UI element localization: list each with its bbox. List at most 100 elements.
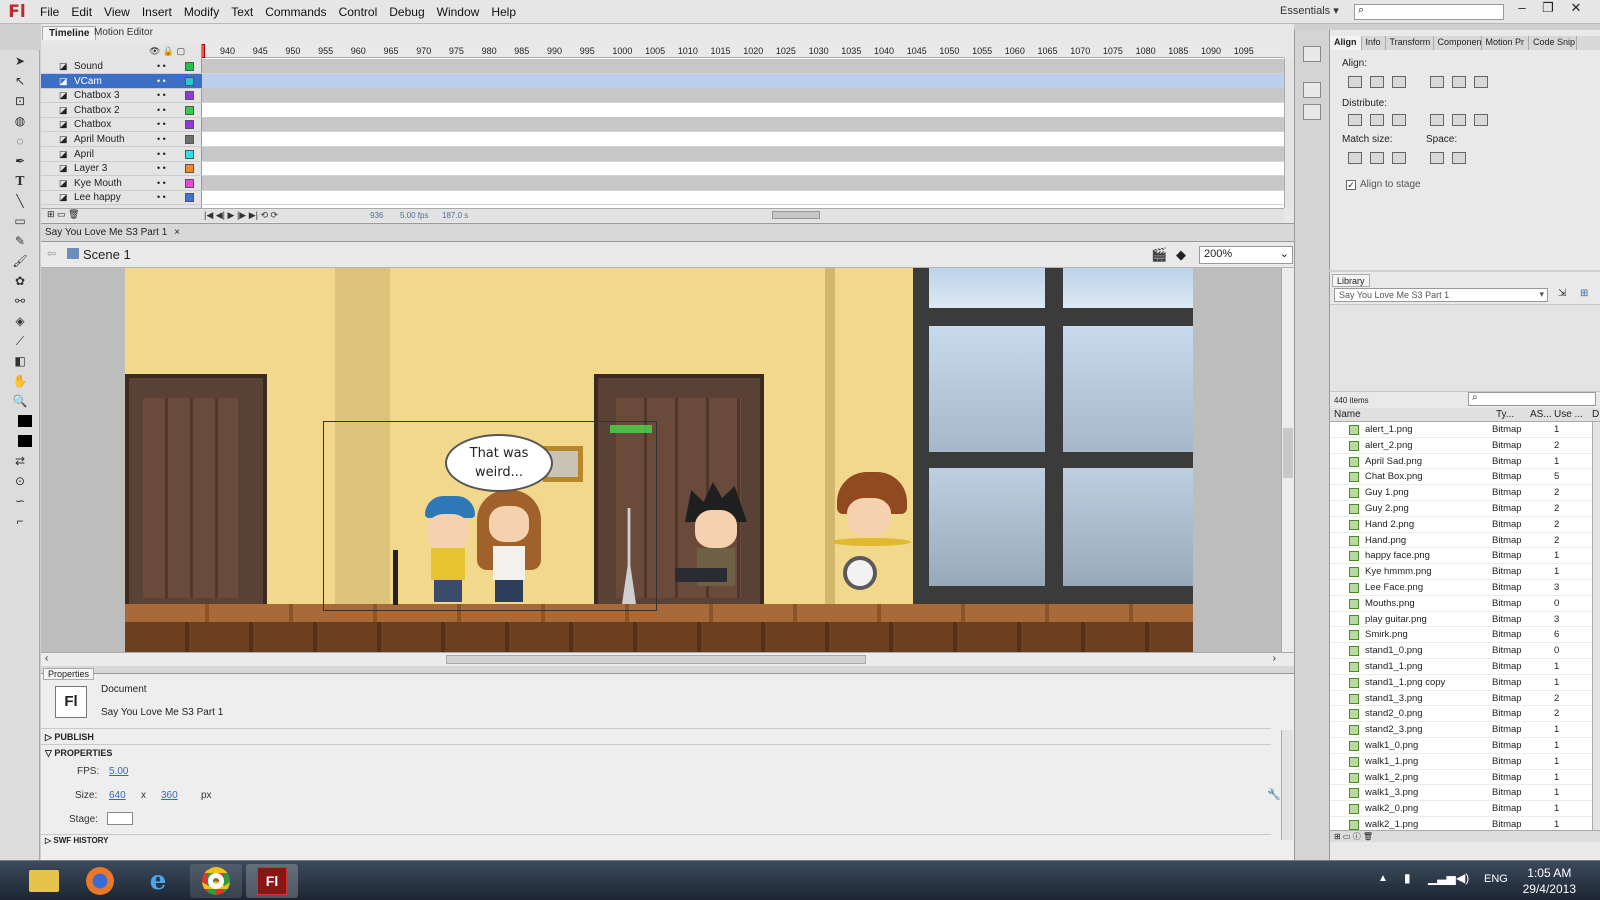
library-item[interactable]: April Sad.png Bitmap 1 — [1330, 453, 1592, 470]
frame-row[interactable] — [202, 175, 1284, 191]
distribute-vcenter-icon[interactable] — [1370, 114, 1384, 126]
menu-modify[interactable]: Modify — [178, 0, 225, 24]
firefox-icon[interactable] — [74, 864, 126, 898]
panel-icon[interactable] — [1303, 46, 1321, 62]
stroke-color-swatch[interactable] — [7, 412, 33, 430]
straighten-icon[interactable]: ⌐ — [7, 512, 33, 530]
menu-file[interactable]: File — [34, 0, 65, 24]
deco-tool-icon[interactable]: ✿ — [7, 272, 33, 290]
text-tool-icon[interactable]: T — [7, 172, 33, 190]
layer-outline-color[interactable] — [185, 164, 194, 174]
hand-tool-icon[interactable]: ✋ — [7, 372, 33, 390]
document-tab[interactable]: Say You Love Me S3 Part 1 × — [45, 227, 180, 238]
current-frame[interactable]: 936 — [370, 211, 383, 220]
column-as-linkage[interactable]: AS... — [1530, 409, 1552, 420]
library-item[interactable]: Chat Box.png Bitmap 5 — [1330, 469, 1592, 486]
library-item[interactable]: walk2_1.png Bitmap 1 — [1330, 817, 1592, 830]
column-name[interactable]: Name — [1334, 409, 1361, 420]
layer-visibility-lock[interactable]: • • — [157, 74, 166, 89]
space-horizontal-icon[interactable] — [1452, 152, 1466, 164]
publish-section[interactable]: ▷ PUBLISH — [41, 728, 1271, 744]
line-tool-icon[interactable]: ╲ — [7, 192, 33, 210]
stage-hscroll[interactable]: ‹ › — [41, 652, 1294, 666]
file-explorer-icon[interactable] — [18, 864, 70, 898]
layer-row[interactable]: ◪ April Mouth • • — [41, 132, 202, 147]
menu-text[interactable]: Text — [225, 0, 259, 24]
smooth-icon[interactable]: ∽ — [7, 492, 33, 510]
eraser-tool-icon[interactable]: ◧ — [7, 352, 33, 370]
menu-commands[interactable]: Commands — [259, 0, 332, 24]
stage-vscroll-thumb[interactable] — [1283, 428, 1293, 478]
align-center-icon[interactable] — [1370, 76, 1384, 88]
layer-outline-color[interactable] — [185, 120, 194, 130]
library-item[interactable]: walk1_0.png Bitmap 1 — [1330, 738, 1592, 754]
pin-library-icon[interactable]: ⊞ — [1580, 288, 1588, 299]
library-item[interactable]: alert_1.png Bitmap 1 — [1330, 422, 1592, 438]
signal-icon[interactable]: ▁▃▅ — [1428, 871, 1456, 885]
chrome-icon[interactable] — [190, 864, 242, 898]
frame-row[interactable] — [202, 59, 1284, 74]
layer-outline-color[interactable] — [185, 135, 194, 144]
library-toolbar[interactable]: ⊞ ▭ ⓘ 🗑 — [1330, 830, 1600, 842]
library-item[interactable]: stand1_1.png Bitmap 1 — [1330, 659, 1592, 675]
frame-row[interactable] — [202, 117, 1284, 133]
match-both-icon[interactable] — [1392, 152, 1406, 164]
align-top-icon[interactable] — [1430, 76, 1444, 88]
library-item[interactable]: Hand.png Bitmap 2 — [1330, 532, 1592, 549]
distribute-bottom-icon[interactable] — [1392, 114, 1406, 126]
zoom-tool-icon[interactable]: 🔍 — [7, 392, 33, 410]
tab-code-snip[interactable]: Code Snip — [1529, 36, 1578, 50]
eyedropper-tool-icon[interactable]: ⟋ — [7, 332, 33, 350]
library-item[interactable]: walk1_1.png Bitmap 1 — [1330, 753, 1592, 770]
fps-value[interactable]: 5.00 — [109, 766, 128, 777]
brush-tool-icon[interactable]: 🖌 — [7, 252, 33, 270]
tab-properties[interactable]: Properties — [43, 668, 95, 680]
speech-bubble[interactable]: That was weird... — [445, 434, 553, 492]
align-to-stage-checkbox[interactable]: ✓ — [1346, 180, 1356, 190]
timeline-hscroll-thumb[interactable] — [772, 211, 820, 219]
properties-section[interactable]: ▽ PROPERTIES — [41, 744, 1271, 760]
rectangle-tool-icon[interactable]: ▭ — [7, 212, 33, 230]
library-item[interactable]: stand2_0.png Bitmap 2 — [1330, 706, 1592, 723]
distribute-top-icon[interactable] — [1348, 114, 1362, 126]
panel-icon[interactable] — [1303, 104, 1321, 120]
layer-row[interactable]: ◪ Sound • • — [41, 59, 202, 74]
library-item[interactable]: Guy 2.png Bitmap 2 — [1330, 501, 1592, 517]
library-item[interactable]: play guitar.png Bitmap 3 — [1330, 611, 1592, 628]
library-item[interactable]: Mouths.png Bitmap 0 — [1330, 595, 1592, 612]
layer-outline-color[interactable] — [185, 105, 194, 115]
library-item[interactable]: stand1_1.png copy Bitmap 1 — [1330, 674, 1592, 691]
stage-hscroll-thumb[interactable] — [446, 655, 866, 664]
properties-vscroll[interactable] — [1281, 730, 1293, 840]
menu-edit[interactable]: Edit — [65, 0, 98, 24]
frame-row[interactable] — [202, 146, 1284, 162]
frame-row[interactable] — [202, 190, 1284, 206]
paint-bucket-tool-icon[interactable]: ◈ — [7, 312, 33, 330]
scroll-right-icon[interactable]: › — [1273, 653, 1276, 664]
library-item[interactable]: stand1_0.png Bitmap 0 — [1330, 643, 1592, 659]
tab-align[interactable]: Align — [1330, 36, 1362, 50]
swap-colors-icon[interactable]: ⇄ — [7, 452, 33, 470]
close-button[interactable]: ✕ — [1564, 0, 1588, 16]
layer-outline-color[interactable] — [185, 149, 194, 159]
menu-insert[interactable]: Insert — [136, 0, 178, 24]
bone-tool-icon[interactable]: ⚯ — [7, 292, 33, 310]
tab-componen[interactable]: Componen — [1434, 36, 1482, 50]
layer-visibility-lock[interactable]: • • — [157, 132, 166, 147]
layer-outline-color[interactable] — [185, 91, 194, 101]
workspace-switcher[interactable]: Essentials ▾ — [1280, 4, 1339, 17]
menu-window[interactable]: Window — [431, 0, 486, 24]
edit-scene-icon[interactable]: 🎬 — [1151, 247, 1167, 263]
menu-help[interactable]: Help — [485, 0, 522, 24]
frame-rate[interactable]: 5.00 fps — [400, 211, 428, 220]
free-transform-tool-icon[interactable]: ⊡ — [7, 92, 33, 110]
layer-row[interactable]: ◪ VCam • • — [41, 73, 202, 89]
library-item[interactable]: happy face.png Bitmap 1 — [1330, 548, 1592, 565]
match-width-icon[interactable] — [1348, 152, 1362, 164]
column-type[interactable]: Ty... — [1496, 409, 1514, 420]
stage-canvas[interactable]: That was weird... — [125, 268, 1193, 652]
frame-row[interactable] — [202, 161, 1284, 177]
show-hidden-icons-icon[interactable]: ▲ — [1378, 873, 1388, 884]
layer-visibility-lock[interactable]: • • — [157, 88, 166, 103]
tab-motion-pr[interactable]: Motion Pr — [1482, 36, 1530, 50]
